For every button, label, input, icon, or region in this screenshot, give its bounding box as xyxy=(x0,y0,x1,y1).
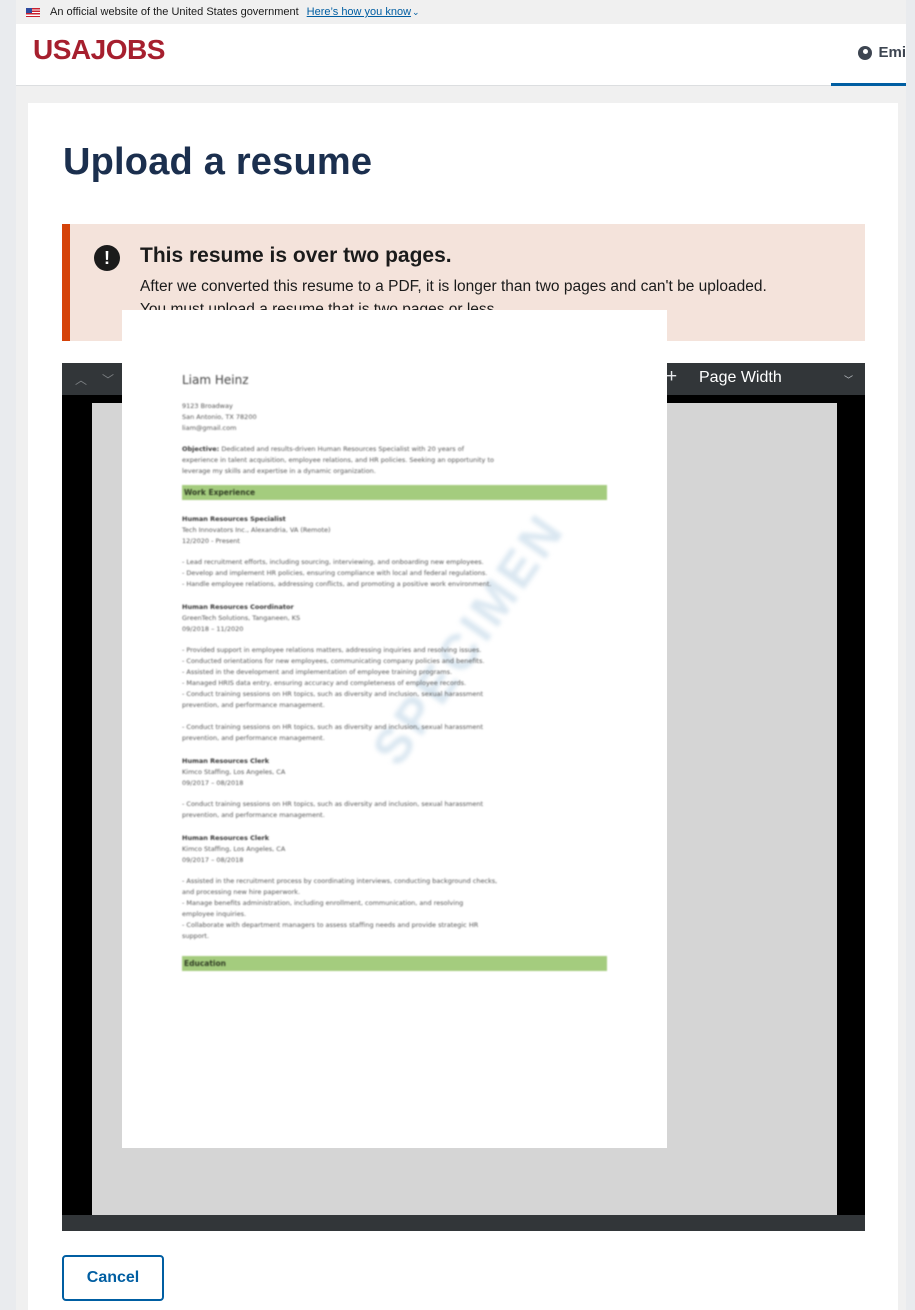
work-experience-heading: Work Experience xyxy=(182,485,607,500)
page-title: Upload a resume xyxy=(63,141,373,183)
resume-contact: 9123 Broadway San Antonio, TX 78200 liam… xyxy=(182,401,607,434)
previous-page-icon[interactable]: ︿ xyxy=(75,371,87,388)
job-company: Kimco Staffing, Los Angeles, CA xyxy=(182,768,286,776)
job-bullet: - Lead recruitment efforts, including so… xyxy=(182,558,484,566)
resume-content: Liam Heinz 9123 Broadway San Antonio, TX… xyxy=(182,373,607,985)
job-bullet: - Managed HRIS data entry, ensuring accu… xyxy=(182,679,467,687)
job-company: GreenTech Solutions, Tanganeen, KS xyxy=(182,614,301,622)
resume-objective: Objective: Dedicated and results-driven … xyxy=(182,444,607,477)
job-bullet: and processing new hire paperwork. xyxy=(182,888,301,896)
next-page-icon[interactable]: ﹀ xyxy=(102,371,114,388)
user-menu[interactable]: Emi xyxy=(858,44,906,61)
contact-line: San Antonio, TX 78200 xyxy=(182,413,257,421)
gov-banner: An official website of the United States… xyxy=(16,0,906,24)
contact-line: 9123 Broadway xyxy=(182,402,233,410)
job-bullet: - Conduct training sessions on HR topics… xyxy=(182,690,483,698)
job-bullet: prevention, and performance management. xyxy=(182,734,325,742)
how-you-know-link[interactable]: Here’s how you know xyxy=(307,6,411,18)
job-bullet: - Conducted orientations for new employe… xyxy=(182,657,485,665)
education-heading: Education xyxy=(182,956,607,971)
job-title: Human Resources Specialist xyxy=(182,515,286,523)
job-entry: Human Resources Clerk Kimco Staffing, Los… xyxy=(182,833,607,942)
job-company: Kimco Staffing, Los Angeles, CA xyxy=(182,845,286,853)
job-list: Human Resources Specialist Tech Innovator… xyxy=(182,514,607,942)
chevron-down-icon[interactable]: ⌄ xyxy=(412,7,420,18)
zoom-value: Page Width xyxy=(699,369,782,386)
usajobs-logo[interactable]: USAJOBS xyxy=(33,34,165,66)
user-menu-label: Emi xyxy=(878,44,906,61)
zoom-in-icon[interactable]: + xyxy=(666,366,677,388)
contact-line: liam@gmail.com xyxy=(182,424,237,432)
job-entry: Human Resources Coordinator GreenTech Sol… xyxy=(182,602,607,744)
objective-label: Objective: xyxy=(182,445,220,453)
job-bullet: - Assisted in the development and implem… xyxy=(182,668,453,676)
objective-line: Dedicated and results-driven Human Resou… xyxy=(221,445,465,453)
job-title: Human Resources Clerk xyxy=(182,834,270,842)
job-bullet: prevention, and performance management. xyxy=(182,701,325,709)
objective-line: leverage my skills and expertise in a dy… xyxy=(182,467,376,475)
job-dates: 12/2020 - Present xyxy=(182,537,240,545)
job-bullet xyxy=(182,711,607,722)
job-company: Tech Innovators Inc., Alexandria, VA (Re… xyxy=(182,526,331,534)
cancel-button[interactable]: Cancel xyxy=(62,1255,164,1301)
job-bullet: - Handle employee relations, addressing … xyxy=(182,580,492,588)
job-bullet: - Collaborate with department managers t… xyxy=(182,921,479,929)
objective-line: experience in talent acquisition, employ… xyxy=(182,456,494,464)
site-header: USAJOBS Emi xyxy=(16,24,906,86)
alert-body-line-1: After we converted this resume to a PDF,… xyxy=(140,278,767,295)
job-bullet: support. xyxy=(182,932,210,940)
job-entry: Human Resources Clerk Kimco Staffing, Los… xyxy=(182,756,607,821)
gov-banner-text: An official website of the United States… xyxy=(50,6,299,18)
job-dates: 09/2017 – 08/2018 xyxy=(182,856,244,864)
job-bullet: - Provided support in employee relations… xyxy=(182,646,482,654)
exclamation-circle-icon: ! xyxy=(94,245,120,271)
pdf-page: SPECIMEN Liam Heinz 9123 Broadway San An… xyxy=(122,310,667,1148)
job-bullet: - Conduct training sessions on HR topics… xyxy=(182,723,483,731)
job-bullet: - Assisted in the recruitment process by… xyxy=(182,877,498,885)
job-bullet: prevention, and performance management. xyxy=(182,811,325,819)
chevron-down-icon: ﹀ xyxy=(843,375,853,385)
job-dates: 09/2017 – 08/2018 xyxy=(182,779,244,787)
job-dates: 09/2018 – 11/2020 xyxy=(182,625,244,633)
resume-name: Liam Heinz xyxy=(182,373,249,387)
pdf-viewer-footer xyxy=(62,1215,865,1231)
user-menu-active-indicator xyxy=(831,83,906,86)
job-bullet: - Conduct training sessions on HR topics… xyxy=(182,800,483,808)
job-bullet: - Manage benefits administration, includ… xyxy=(182,899,464,907)
job-bullet: - Develop and implement HR policies, ens… xyxy=(182,569,488,577)
user-circle-icon xyxy=(858,45,873,60)
alert-heading: This resume is over two pages. xyxy=(140,244,452,267)
job-title: Human Resources Coordinator xyxy=(182,603,294,611)
job-entry: Human Resources Specialist Tech Innovator… xyxy=(182,514,607,590)
zoom-select[interactable]: Page Width ﹀ xyxy=(690,363,865,395)
us-flag-icon xyxy=(26,7,40,17)
job-bullet: employee inquiries. xyxy=(182,910,247,918)
job-title: Human Resources Clerk xyxy=(182,757,270,765)
